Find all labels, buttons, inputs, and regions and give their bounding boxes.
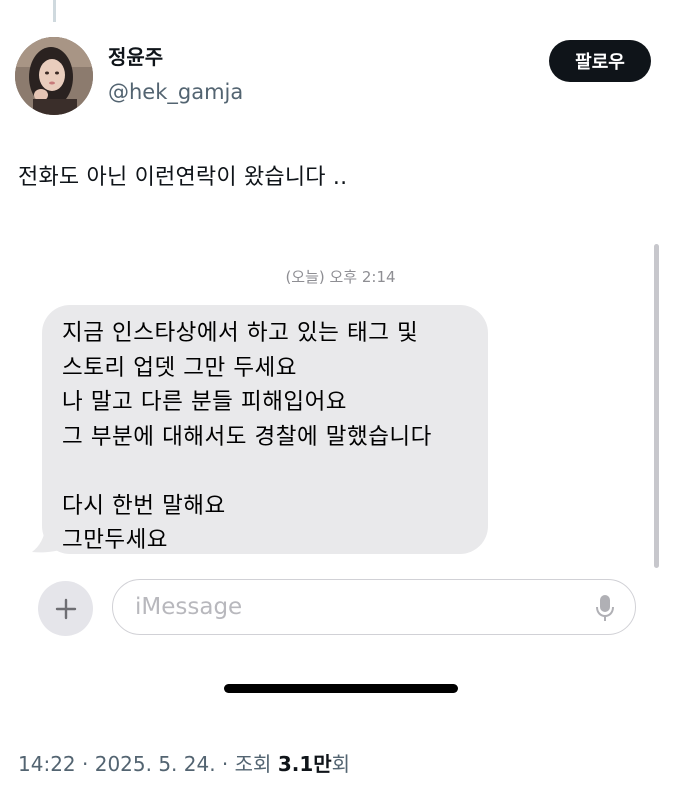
meta-separator: · <box>75 752 95 776</box>
message-timestamp: (오늘) 오후 2:14 <box>285 268 396 286</box>
views-label: 조회 <box>234 752 278 776</box>
message-line: 나 말고 다른 분들 피해입어요 <box>62 389 348 415</box>
scrollbar <box>654 244 659 568</box>
tweet-meta: 14:22 · 2025. 5. 24. · 조회 3.1만회 <box>18 750 350 778</box>
thread-connector-line <box>53 0 56 22</box>
views-count: 3.1 <box>277 752 314 776</box>
tweet-time[interactable]: 14:22 <box>18 752 76 776</box>
plus-icon <box>55 598 76 619</box>
author-handle[interactable]: @hek_gamja <box>108 79 243 105</box>
message-line: 그 부분에 대해서도 경찰에 말했습니다 <box>62 423 432 450</box>
meta-separator: · <box>215 752 235 776</box>
imessage-placeholder: iMessage <box>135 594 243 620</box>
views-suffix: 회 <box>331 752 351 776</box>
message-line: 스토리 업뎃 그만 두세요 <box>62 354 297 381</box>
follow-button[interactable]: 팔로우 <box>549 40 651 82</box>
message-line <box>62 454 432 489</box>
avatar[interactable] <box>15 37 93 115</box>
add-attachment-button[interactable] <box>38 581 93 636</box>
message-line: 다시 한번 말해요 <box>62 492 226 519</box>
tweet-text: 전화도 아닌 이런연락이 왔습니다 .. <box>18 165 348 190</box>
views-unit: 만 <box>313 752 332 776</box>
home-indicator <box>224 684 458 693</box>
author-display-name[interactable]: 정윤주 <box>108 44 163 70</box>
message-line: 그만두세요 <box>62 527 169 553</box>
imessage-input[interactable]: iMessage <box>112 579 636 635</box>
tweet-date[interactable]: 2025. 5. 24. <box>95 752 216 776</box>
message-text: 지금 인스타상에서 하고 있는 태그 및 스토리 업뎃 그만 두세요 나 말고 … <box>62 316 432 558</box>
microphone-icon[interactable] <box>595 594 615 622</box>
message-line: 지금 인스타상에서 하고 있는 태그 및 <box>62 320 419 346</box>
avatar-photo <box>15 37 93 115</box>
attached-screenshot[interactable]: (오늘) 오후 2:14 지금 인스타상에서 하고 있는 태그 및 스토리 업뎃… <box>0 230 681 700</box>
